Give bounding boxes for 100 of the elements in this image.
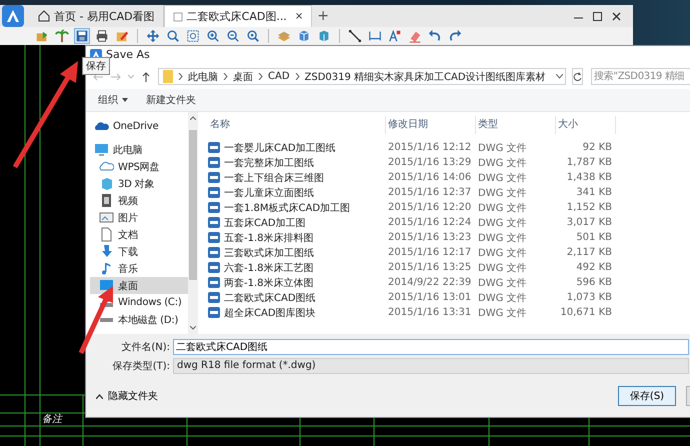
file-date: 2015/1/16 12:12 [387, 142, 472, 153]
cad-file-icon [208, 157, 220, 168]
toolbar-button[interactable]: 组织 [98, 93, 128, 107]
new-tab-button[interactable]: + [312, 8, 334, 24]
cad-file-icon [208, 262, 220, 273]
column-header[interactable]: 大小 [556, 116, 616, 134]
image-icon [99, 210, 114, 225]
file-type: DWG 文件 [477, 246, 528, 260]
nav-label: WPS网盘 [118, 160, 160, 174]
file-date: 2014/9/22 22:39 [387, 277, 472, 288]
nav-item[interactable]: 3D 对象 [90, 175, 188, 192]
file-name[interactable]: 六套-1.8米床工艺图 [224, 260, 314, 274]
box-icon[interactable] [317, 29, 331, 43]
search-field[interactable]: 搜索"ZSD0319 精细 [591, 68, 690, 85]
file-name[interactable]: 三套欧式床加工图纸 [224, 246, 314, 260]
document-icon [99, 227, 114, 242]
file-name[interactable]: 一套完整床加工图纸 [224, 156, 314, 170]
cad-file-icon [208, 202, 220, 213]
zoom-window-icon[interactable] [186, 29, 200, 43]
nav-item[interactable]: 音乐 [90, 260, 188, 277]
nav-item[interactable]: WPS网盘 [90, 158, 188, 175]
eraser-icon[interactable] [408, 29, 422, 43]
file-name[interactable]: 一套1.8M板式床CAD加工图 [224, 200, 350, 214]
cad-file-icon [208, 142, 220, 153]
file-type: DWG 文件 [477, 232, 528, 244]
save-icon[interactable] [75, 29, 89, 43]
column-header[interactable]: 修改日期 [386, 116, 476, 134]
file-date: 2015/1/16 13:31 [387, 307, 472, 318]
nav-label: 音乐 [118, 262, 138, 276]
file-name[interactable]: 五套-1.8米床排料图 [224, 230, 314, 244]
undo-icon[interactable] [428, 29, 442, 43]
refresh-button[interactable] [572, 68, 583, 85]
cube-icon [99, 176, 114, 191]
home-icon [38, 10, 50, 22]
file-name[interactable]: 一套婴儿床CAD加工图纸 [224, 140, 336, 154]
scroll-down-icon[interactable] [190, 326, 196, 330]
field-label: 保存类型(T): [112, 360, 171, 372]
nav-item[interactable]: 视频 [90, 192, 188, 209]
nav-item[interactable]: 文档 [90, 226, 188, 243]
zoom-out-icon[interactable] [226, 29, 240, 43]
file-date: 2015/1/16 13:25 [387, 262, 472, 273]
text-style-icon[interactable] [388, 29, 402, 43]
hide-folders-toggle[interactable]: 隐藏文件夹 [96, 389, 158, 403]
file-name[interactable]: 两套-1.8米床立体图 [224, 276, 314, 290]
redo-icon[interactable] [448, 29, 462, 43]
breadcrumb-item[interactable]: CAD [268, 71, 290, 82]
column-header[interactable]: 名称 [208, 116, 386, 134]
nav-item[interactable]: 此电脑 [90, 141, 188, 158]
zoom-in-icon[interactable] [206, 29, 220, 43]
dropdown-caret-icon[interactable] [556, 74, 563, 79]
file-size: 10,671 KB [559, 307, 613, 318]
document-icon [172, 12, 183, 22]
nav-item[interactable]: OneDrive [90, 118, 188, 135]
nav-item[interactable]: 桌面 [90, 277, 188, 294]
chevron-icon [223, 73, 228, 80]
file-name[interactable]: 一套儿童床立面图纸 [224, 186, 314, 200]
save-button[interactable]: 保存(S) [618, 386, 676, 406]
cube-icon[interactable] [297, 29, 311, 43]
line-icon[interactable] [348, 29, 362, 43]
scrollbar-thumb[interactable] [189, 130, 197, 280]
zoom-icon[interactable] [166, 29, 180, 43]
nav-item[interactable]: 下载 [90, 243, 188, 260]
up-arrow-icon[interactable] [140, 70, 152, 82]
cad-file-icon [208, 232, 220, 243]
file-name[interactable]: 一套上下组合床三维图 [224, 170, 324, 184]
app-logo[interactable] [2, 5, 24, 27]
file-name[interactable]: 五套床CAD加工图 [224, 216, 306, 230]
print-icon[interactable] [95, 29, 109, 43]
file-name[interactable]: 超全床CAD图库图块 [224, 306, 316, 320]
nav-label: 文档 [118, 228, 138, 242]
file-type: DWG 文件 [477, 292, 528, 304]
close-icon[interactable] [612, 12, 621, 20]
open-icon[interactable] [35, 29, 49, 43]
scroll-up-icon[interactable] [190, 116, 196, 120]
file-name[interactable]: 二套欧式床CAD图纸 [224, 290, 316, 304]
address-bar[interactable]: 此电脑 桌面 CAD ZSD0319 精细实木家具床加工CAD设计图纸图库素材 [158, 68, 566, 85]
file-size: 3,017 KB [566, 217, 613, 228]
file-size: 492 KB [575, 262, 613, 273]
column-header[interactable]: 类型 [476, 116, 556, 134]
file-size: 1,787 KB [566, 157, 613, 168]
toolbar-button[interactable]: 新建文件夹 [146, 93, 196, 107]
zoom-previous-icon[interactable] [246, 29, 260, 43]
refresh-icon [573, 72, 582, 81]
edit-icon[interactable] [115, 29, 129, 43]
breadcrumb-item[interactable]: ZSD0319 精细实木家具床加工CAD设计图纸图库素材 [304, 70, 546, 84]
dimension-icon[interactable] [368, 29, 382, 43]
nav-item[interactable]: 本地磁盘 (D:) [90, 311, 188, 328]
breadcrumb-item[interactable]: 桌面 [233, 70, 253, 84]
palm-tree-icon[interactable] [55, 29, 69, 43]
tab[interactable]: 二套欧式床CAD图... × [164, 5, 312, 27]
nav-item[interactable]: 图片 [90, 209, 188, 226]
move-icon[interactable] [146, 29, 160, 43]
computer-icon [94, 142, 109, 157]
file-type-dropdown[interactable]: dwg R18 file format (*.dwg) [173, 358, 689, 374]
chevron-icon [294, 73, 300, 80]
nav-label: 此电脑 [113, 144, 142, 156]
close-tab-button[interactable]: × [294, 11, 304, 22]
breadcrumb-item[interactable]: 此电脑 [188, 70, 218, 84]
maximize-icon[interactable] [593, 12, 602, 20]
file-name-field[interactable]: 二套欧式床CAD图纸 [173, 338, 689, 354]
